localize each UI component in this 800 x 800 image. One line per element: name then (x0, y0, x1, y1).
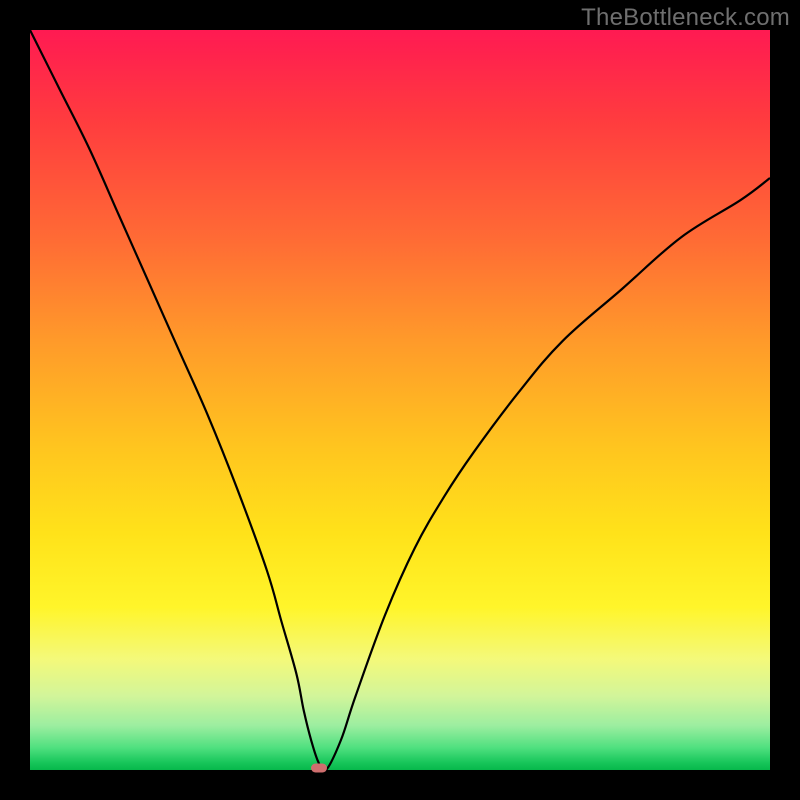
chart-frame: TheBottleneck.com (0, 0, 800, 800)
curve-path (30, 30, 770, 770)
min-marker (311, 764, 327, 773)
bottleneck-curve (30, 30, 770, 770)
attribution-label: TheBottleneck.com (581, 4, 790, 32)
plot-area (30, 30, 770, 770)
